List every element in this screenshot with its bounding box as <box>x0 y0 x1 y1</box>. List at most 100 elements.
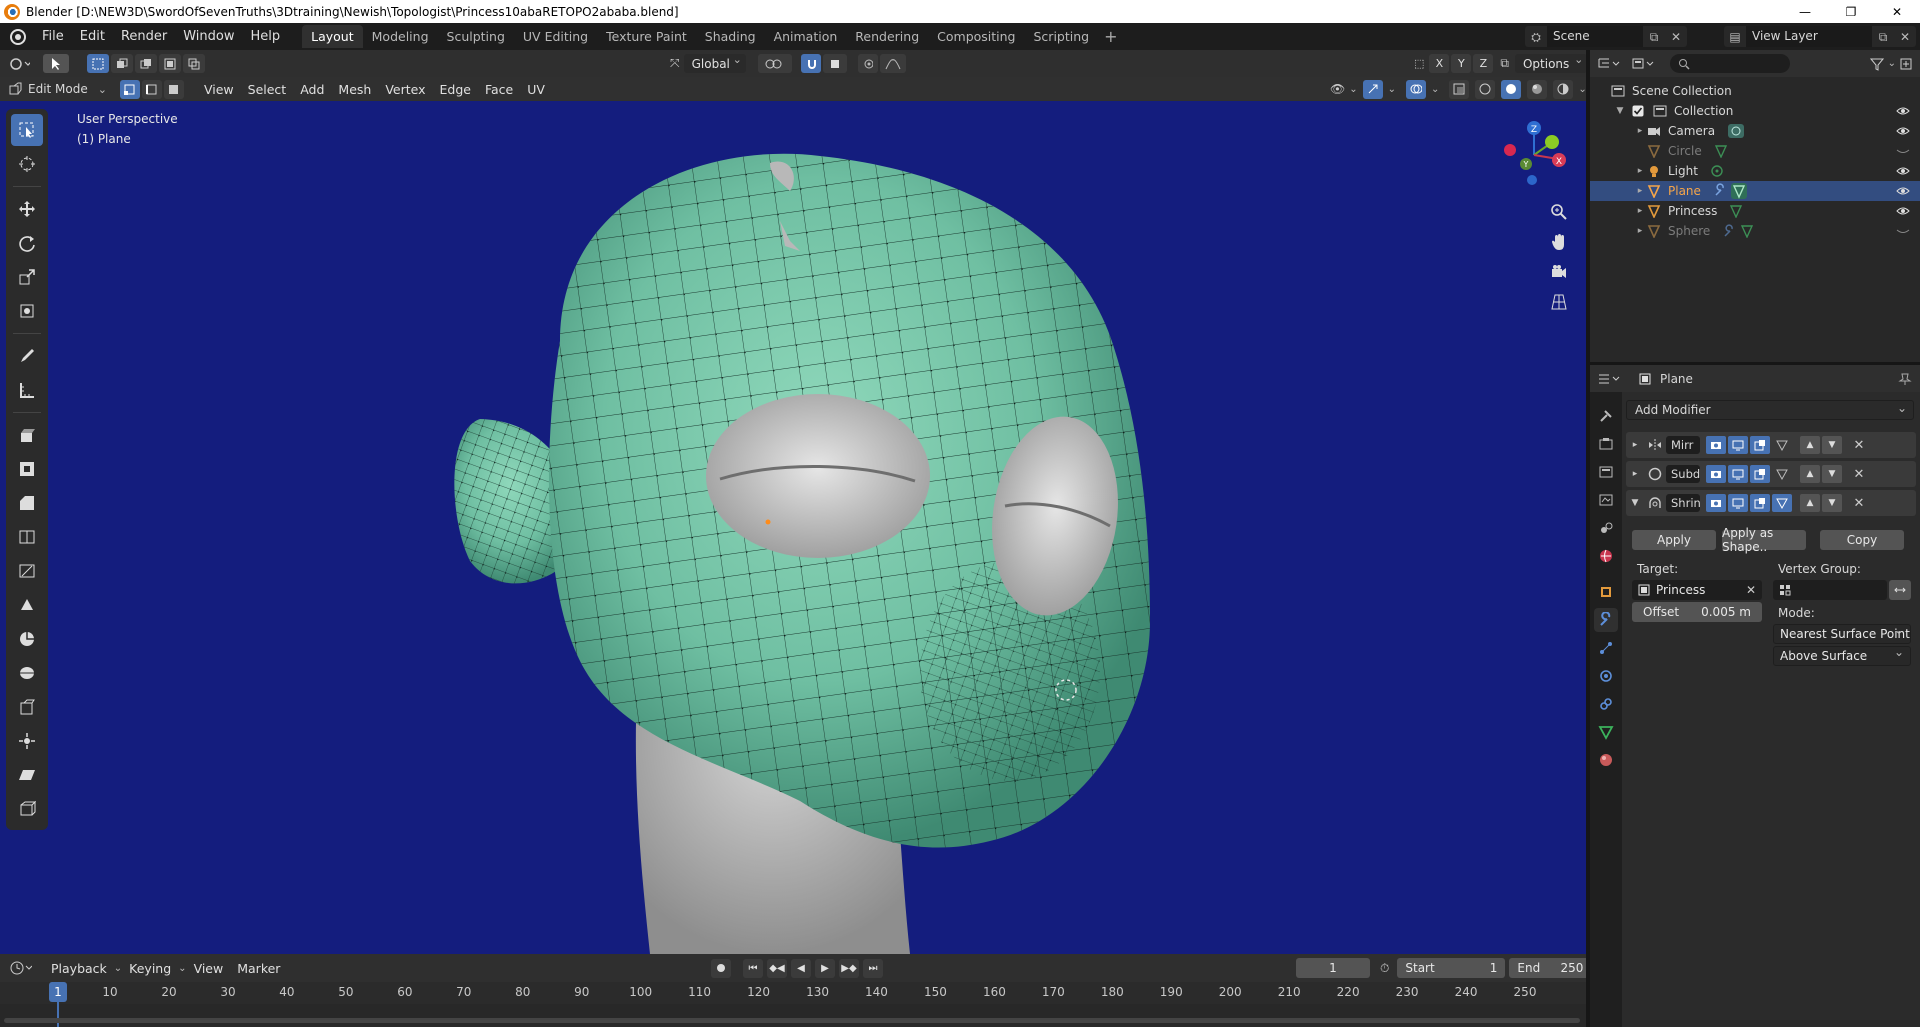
orientation-dropdown[interactable]: Global <box>683 53 746 73</box>
outliner-editor-type[interactable] <box>1598 57 1632 71</box>
scene-name[interactable]: Scene <box>1547 26 1643 47</box>
modifier-name[interactable]: Subd <box>1666 465 1700 483</box>
rendered-shading[interactable] <box>1553 79 1574 99</box>
remove-modifier-button[interactable]: ✕ <box>1850 467 1868 482</box>
editmode-toggle[interactable] <box>1706 494 1726 512</box>
measure-tool[interactable] <box>11 374 43 406</box>
remove-modifier-button[interactable]: ✕ <box>1850 438 1868 453</box>
select-extend-button[interactable] <box>111 54 133 73</box>
outliner-collection[interactable]: ▼ Collection <box>1590 101 1920 121</box>
outliner-item-princess[interactable]: ▸ Princess <box>1590 201 1920 221</box>
modifier-mirror[interactable]: ▸ Mirr ▲ ▼ ✕ <box>1626 432 1916 458</box>
eye-icon[interactable] <box>1896 204 1910 218</box>
menu-add[interactable]: Add <box>293 82 331 97</box>
menu-help[interactable]: Help <box>243 29 289 44</box>
xray-toggle[interactable] <box>1449 79 1470 99</box>
gizmo-y-label[interactable]: Y <box>1523 160 1529 169</box>
preview-range-icon[interactable]: ⏱ <box>1380 961 1389 976</box>
face-select-mode[interactable] <box>163 79 184 99</box>
target-field[interactable]: Princess ✕ <box>1632 580 1762 600</box>
apply-button[interactable]: Apply <box>1632 530 1716 550</box>
vertex-group-field[interactable] <box>1773 580 1887 600</box>
play-button[interactable]: ▶ <box>815 958 835 978</box>
close-window-button[interactable]: ✕ <box>1874 0 1920 23</box>
tab-world[interactable] <box>1594 544 1618 568</box>
gizmo-z-label[interactable]: Z <box>1531 125 1537 135</box>
move-up-button[interactable]: ▲ <box>1800 494 1820 512</box>
editor-type-selector[interactable] <box>8 56 42 72</box>
vertex-select-mode[interactable] <box>119 79 140 99</box>
tab-shading[interactable]: Shading <box>696 25 765 48</box>
invert-vertex-group-button[interactable] <box>1889 580 1911 600</box>
mesh-render[interactable] <box>0 101 1586 954</box>
move-tool[interactable] <box>11 193 43 225</box>
shrink-fatten-tool[interactable] <box>11 725 43 757</box>
menu-select[interactable]: Select <box>241 82 294 97</box>
pivot-point-dropdown[interactable] <box>757 54 792 73</box>
modifier-name[interactable]: Shrin <box>1666 494 1700 512</box>
select-tool-button[interactable] <box>43 54 69 73</box>
wireframe-shading[interactable] <box>1475 79 1496 99</box>
eye-closed-icon[interactable] <box>1896 144 1910 158</box>
outliner-item-plane[interactable]: ▸ Plane <box>1590 181 1920 201</box>
shear-tool[interactable] <box>11 759 43 791</box>
tab-output[interactable] <box>1594 460 1618 484</box>
menu-playback[interactable]: Playback <box>44 961 114 976</box>
copy-view-layer-icon[interactable]: ⧉ <box>1876 30 1890 44</box>
view-layer-name[interactable]: View Layer <box>1746 26 1872 47</box>
bevel-tool[interactable] <box>11 487 43 519</box>
end-frame-field[interactable]: End 250 <box>1509 958 1592 978</box>
remove-view-layer-icon[interactable]: ✕ <box>1898 30 1912 44</box>
prev-keyframe-button[interactable]: ◆◀ <box>767 958 787 978</box>
move-down-button[interactable]: ▼ <box>1822 494 1842 512</box>
menu-edit[interactable]: Edit <box>72 29 113 44</box>
view-layer-selector[interactable]: ▤ View Layer ⧉ ✕ <box>1724 26 1916 47</box>
expand-arrow-icon[interactable]: ▸ <box>1626 440 1644 450</box>
viewport-toggle[interactable] <box>1728 494 1748 512</box>
on-cage-toggle[interactable] <box>1772 465 1792 483</box>
tab-tool[interactable] <box>1594 404 1618 428</box>
copy-modifier-button[interactable]: Copy <box>1820 530 1904 550</box>
modifier-shrinkwrap[interactable]: ▼ Shrin ▲ ▼ ✕ <box>1626 490 1916 516</box>
outliner[interactable]: Scene Collection ▼ Collection ▸ Camera C… <box>1590 77 1920 362</box>
overlays-toggle[interactable] <box>1406 79 1427 99</box>
menu-face[interactable]: Face <box>478 82 520 97</box>
start-frame-field[interactable]: Start 1 <box>1397 958 1506 978</box>
edge-slide-tool[interactable] <box>11 691 43 723</box>
smooth-tool[interactable] <box>11 657 43 689</box>
light-data-icon[interactable] <box>1710 164 1724 178</box>
navigation-gizmo[interactable]: Z X Y <box>1494 115 1574 195</box>
tab-material[interactable] <box>1594 748 1618 772</box>
tab-layout[interactable]: Layout <box>302 25 363 48</box>
menu-mesh[interactable]: Mesh <box>331 82 378 97</box>
rotate-tool[interactable] <box>11 227 43 259</box>
expand-arrow-icon[interactable]: ▸ <box>1634 166 1646 176</box>
menu-uv[interactable]: UV <box>520 82 552 97</box>
axis-x-toggle[interactable]: X <box>1429 54 1450 73</box>
outliner-scene-collection[interactable]: Scene Collection <box>1590 81 1920 101</box>
select-intersect-button[interactable] <box>183 54 205 73</box>
tab-compositing[interactable]: Compositing <box>928 25 1024 48</box>
tab-texture-paint[interactable]: Texture Paint <box>597 25 696 48</box>
snap-mode-dropdown[interactable]: Above Surface <box>1773 645 1911 666</box>
camera-data-icon[interactable] <box>1727 123 1745 139</box>
tab-data[interactable] <box>1594 720 1618 744</box>
object-modifiers-icons[interactable] <box>1713 183 1747 199</box>
render-toggle[interactable] <box>1750 436 1770 454</box>
timeline[interactable]: 10 20 30 40 50 60 70 80 90 100 110 120 130 140 150 160 1… <box>0 982 1586 1027</box>
transform-tool[interactable] <box>11 295 43 327</box>
checkbox-icon[interactable] <box>1630 103 1646 119</box>
mesh-data-icon[interactable] <box>1714 144 1728 158</box>
on-cage-toggle[interactable] <box>1772 436 1792 454</box>
on-cage-toggle[interactable] <box>1772 494 1792 512</box>
menu-view[interactable]: View <box>197 82 241 97</box>
blender-logo-icon[interactable] <box>10 28 26 45</box>
cursor-tool[interactable] <box>11 148 43 180</box>
timeline-scrollbar[interactable] <box>4 1018 1580 1023</box>
tab-constraints[interactable] <box>1594 692 1618 716</box>
tab-sculpting[interactable]: Sculpting <box>438 25 514 48</box>
tab-render[interactable] <box>1594 432 1618 456</box>
current-frame-field[interactable]: 1 <box>1296 958 1370 978</box>
axis-y-toggle[interactable]: Y <box>1451 54 1472 73</box>
mode-selector[interactable]: Edit Mode ⌄ <box>8 82 107 96</box>
